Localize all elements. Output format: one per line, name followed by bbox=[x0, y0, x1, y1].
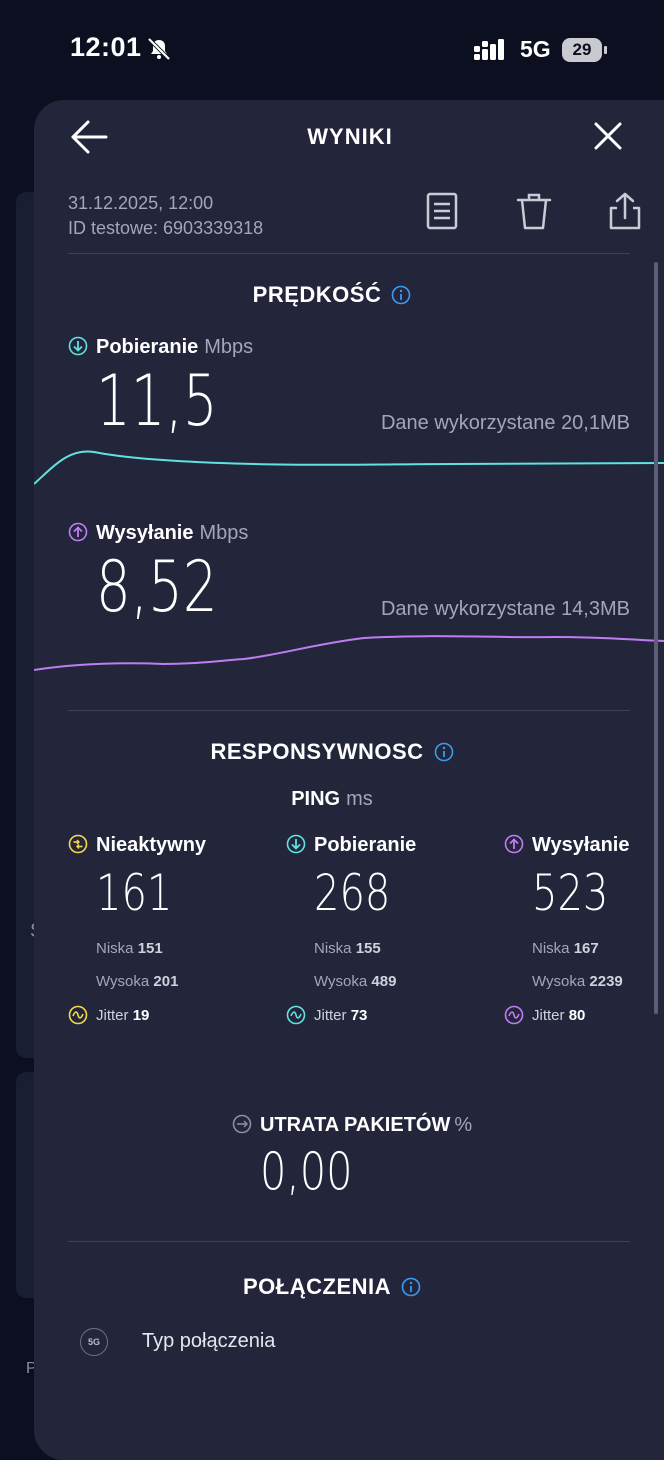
upload-arrow-icon bbox=[504, 834, 524, 854]
ping-column-download: Pobieranie 268 Niska 155 Wysoka 489 Jitt… bbox=[286, 834, 446, 1025]
ping-high: Wysoka 201 bbox=[96, 973, 179, 990]
ping-column-header: Wysyłanie bbox=[504, 834, 664, 857]
test-datetime: 31.12.2025, 12:00 bbox=[68, 193, 214, 213]
divider bbox=[68, 253, 630, 254]
ping-column-header: Pobieranie bbox=[286, 834, 446, 857]
upload-value: 8,52 bbox=[96, 546, 218, 628]
ping-high: Wysoka 489 bbox=[314, 973, 397, 990]
packet-loss-value: 0,00 bbox=[260, 1142, 353, 1202]
info-icon[interactable] bbox=[391, 285, 411, 305]
download-value: 11,5 bbox=[96, 360, 218, 442]
ping-value: 268 bbox=[314, 864, 391, 922]
packet-loss-unit: % bbox=[454, 1114, 473, 1136]
ping-column-idle: Nieaktywny 161 Niska 151 Wysoka 201 Jitt… bbox=[68, 834, 228, 1025]
ping-low: Niska 151 bbox=[96, 940, 163, 957]
download-label: Pobieranie Mbps bbox=[68, 336, 253, 359]
download-label-text: Pobieranie bbox=[96, 336, 199, 358]
upload-label-text: Wysyłanie bbox=[96, 522, 194, 544]
packet-loss-icon bbox=[232, 1114, 252, 1134]
packet-loss-label: UTRATA PAKIETÓW% bbox=[232, 1114, 472, 1137]
ping-column-upload: Wysyłanie 523 Niska 167 Wysoka 2239 Jitt… bbox=[504, 834, 664, 1025]
jitter-icon bbox=[68, 1005, 88, 1025]
ping-value: 161 bbox=[96, 864, 173, 922]
close-icon[interactable] bbox=[590, 118, 626, 154]
test-id: ID testowe: 6903339318 bbox=[68, 218, 264, 238]
ping-low: Niska 167 bbox=[532, 940, 599, 957]
5g-icon: 5G bbox=[80, 1328, 108, 1356]
ping-value: 523 bbox=[532, 864, 609, 922]
back-arrow-icon[interactable] bbox=[68, 116, 110, 158]
scrollbar[interactable] bbox=[654, 262, 658, 1014]
signal-icon bbox=[474, 39, 504, 60]
info-icon[interactable] bbox=[401, 1277, 421, 1297]
download-data-used: Dane wykorzystane 20,1MB bbox=[380, 412, 630, 434]
download-arrow-icon bbox=[286, 834, 306, 854]
jitter: Jitter 80 bbox=[504, 1005, 585, 1025]
upload-graph bbox=[34, 635, 664, 671]
ping-unit: ms bbox=[346, 788, 373, 810]
speed-section-title: PRĘDKOŚĆ bbox=[0, 282, 664, 308]
connections-title-text: POŁĄCZENIA bbox=[243, 1274, 391, 1299]
ping-column-header: Nieaktywny bbox=[68, 834, 228, 857]
ping-column-label: Nieaktywny bbox=[96, 834, 207, 856]
document-icon[interactable] bbox=[422, 190, 462, 234]
responsiveness-section-title: RESPONSYWNOSC bbox=[0, 739, 664, 765]
ping-label-text: PING bbox=[291, 788, 341, 810]
idle-icon bbox=[68, 834, 88, 854]
speed-title-text: PRĘDKOŚĆ bbox=[252, 282, 382, 307]
upload-arrow-icon bbox=[68, 522, 88, 542]
status-time: 12:01 bbox=[70, 32, 142, 62]
jitter: Jitter 73 bbox=[286, 1005, 367, 1025]
share-icon[interactable] bbox=[605, 190, 645, 234]
ping-label: PING ms bbox=[0, 788, 664, 811]
connection-type-label: Typ połączenia bbox=[142, 1330, 276, 1352]
jitter-icon bbox=[286, 1005, 306, 1025]
connections-section-title: POŁĄCZENIA bbox=[0, 1274, 664, 1300]
status-bar: 12:01 5G 29 bbox=[0, 0, 664, 100]
divider bbox=[68, 1241, 630, 1242]
ping-high: Wysoka 2239 bbox=[532, 973, 623, 990]
download-arrow-icon bbox=[68, 336, 88, 356]
ping-low: Niska 155 bbox=[314, 940, 381, 957]
network-type: 5G bbox=[520, 36, 551, 62]
download-graph bbox=[34, 450, 664, 485]
upload-label: Wysyłanie Mbps bbox=[68, 522, 248, 545]
download-unit: Mbps bbox=[204, 336, 254, 358]
battery-level: 29 bbox=[562, 38, 602, 62]
divider bbox=[68, 710, 630, 711]
jitter-icon bbox=[504, 1005, 524, 1025]
ping-column-label: Pobieranie bbox=[314, 834, 417, 856]
packet-loss-text: UTRATA PAKIETÓW bbox=[260, 1114, 451, 1136]
upload-unit: Mbps bbox=[199, 522, 249, 544]
ping-column-label: Wysyłanie bbox=[532, 834, 630, 856]
jitter: Jitter 19 bbox=[68, 1005, 149, 1025]
bell-muted-icon bbox=[147, 37, 171, 61]
upload-data-used: Dane wykorzystane 14,3MB bbox=[380, 598, 630, 620]
responsiveness-title-text: RESPONSYWNOSC bbox=[210, 739, 424, 764]
page-title: WYNIKI bbox=[307, 124, 393, 149]
battery-icon: 29 bbox=[562, 38, 608, 62]
info-icon[interactable] bbox=[434, 742, 454, 762]
trash-icon[interactable] bbox=[514, 190, 554, 234]
